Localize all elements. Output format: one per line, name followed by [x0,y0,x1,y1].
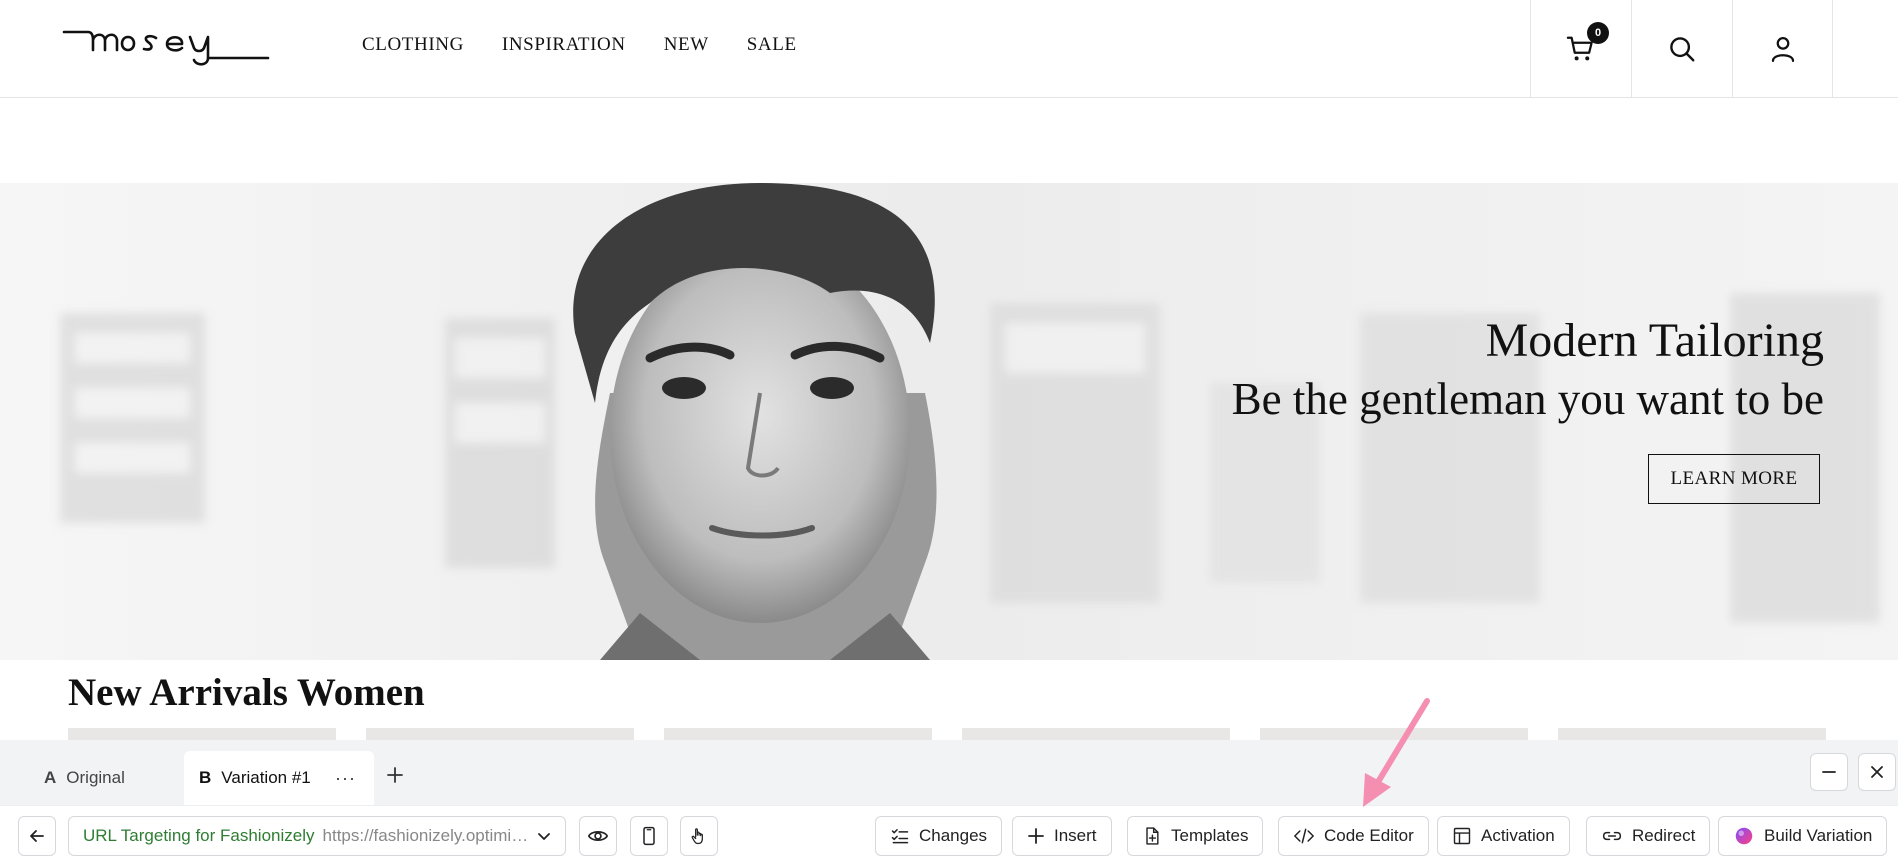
tab-variation-1[interactable]: B Variation #1 ··· [184,751,374,805]
interact-mode-button[interactable] [680,816,718,856]
site-header: CLOTHING INSPIRATION NEW SALE 0 [0,0,1898,98]
mosey-logo[interactable] [62,18,272,70]
hero-text: Modern Tailoring Be the gentleman you wa… [1232,313,1824,426]
minimize-button[interactable] [1810,753,1848,791]
insert-label: Insert [1054,826,1097,845]
chevron-down-icon [537,829,551,843]
minimize-icon [1822,771,1836,773]
tab-original[interactable]: A Original [24,751,184,805]
redirect-button[interactable]: Redirect [1586,816,1711,856]
annotation-arrow-icon [1363,698,1430,807]
product-card[interactable] [664,728,932,740]
tab-label: Original [66,768,125,787]
add-variation-button[interactable] [383,763,407,787]
learn-more-button[interactable]: LEARN MORE [1648,454,1820,504]
checklist-icon [891,829,909,844]
product-grid [68,728,1826,740]
nav-sale[interactable]: SALE [747,34,797,56]
eye-icon [587,831,609,841]
tab-letter: B [199,768,212,787]
account-button[interactable] [1732,0,1833,98]
plus-icon [1028,828,1044,844]
logo-script-icon [62,30,270,66]
main-nav: CLOTHING INSPIRATION NEW SALE [362,34,797,56]
nav-inspiration[interactable]: INSPIRATION [502,34,626,56]
close-button[interactable] [1858,753,1896,791]
back-button[interactable] [18,816,56,856]
changes-button[interactable]: Changes [875,816,1003,856]
file-plus-icon [1146,827,1159,845]
templates-button[interactable]: Templates [1127,816,1264,856]
user-icon [1771,37,1794,62]
hand-pointer-icon [691,828,703,845]
section-title: New Arrivals Women [68,671,425,714]
cart-button[interactable]: 0 [1530,0,1631,98]
preview-button[interactable] [579,816,617,856]
cart-count-badge: 0 [1587,22,1609,44]
build-variation-label: Build Variation [1764,826,1873,845]
changes-label: Changes [919,826,988,845]
variation-tab-bar: A Original B Variation #1 ··· [0,740,1898,805]
product-card[interactable] [1558,728,1826,740]
hero-title: Modern Tailoring [1485,314,1824,367]
product-card[interactable] [68,728,336,740]
product-card[interactable] [962,728,1230,740]
search-icon [1670,37,1695,62]
redirect-label: Redirect [1632,826,1696,845]
editor-toolbar: URL Targeting for Fashionizely https://f… [0,805,1898,864]
arrow-left-icon [30,830,44,842]
tab-label: Variation #1 [221,768,311,787]
targeting-label: URL Targeting for Fashionizely [83,826,315,845]
targeting-url: https://fashionizely.optimize [322,826,529,845]
activation-button[interactable]: Activation [1437,816,1570,856]
hero-banner: Modern Tailoring Be the gentleman you wa… [0,183,1898,660]
build-variation-button[interactable]: Build Variation [1718,816,1888,856]
link-icon [1602,831,1622,841]
insert-button[interactable]: Insert [1012,816,1112,856]
nav-new[interactable]: NEW [664,34,709,56]
code-icon [1294,828,1314,844]
nav-clothing[interactable]: CLOTHING [362,34,464,56]
ai-sparkle-icon [1735,827,1753,845]
templates-label: Templates [1171,826,1249,845]
url-targeting-select[interactable]: URL Targeting for Fashionizely https://f… [68,816,566,856]
search-button[interactable] [1631,0,1732,98]
tab-letter: A [44,768,57,787]
plus-icon [387,767,403,783]
device-preview-button[interactable] [630,816,668,856]
code-editor-button[interactable]: Code Editor [1278,816,1429,856]
hero-subtitle: Be the gentleman you want to be [1231,374,1824,425]
mobile-icon [643,826,655,846]
more-options-icon[interactable]: ··· [335,768,356,789]
product-card[interactable] [366,728,634,740]
header-icons: 0 [1530,0,1833,98]
close-icon [1871,766,1883,778]
layout-icon [1453,827,1471,845]
code-editor-label: Code Editor [1324,826,1414,845]
activation-label: Activation [1481,826,1555,845]
